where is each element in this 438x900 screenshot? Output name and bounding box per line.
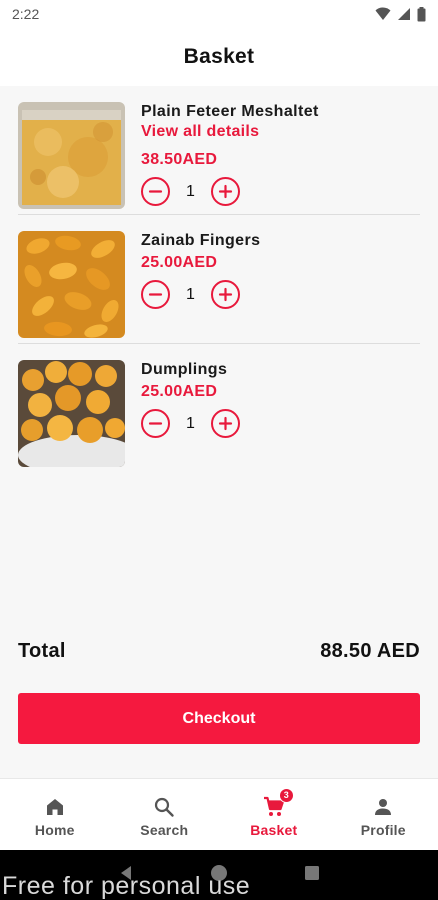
system-nav-bar: Free for personal use: [0, 850, 438, 900]
quantity-value: 1: [186, 182, 195, 200]
checkout-button[interactable]: Checkout: [18, 693, 420, 744]
item-price: 25.00AED: [141, 383, 218, 400]
total-value: 88.50 AED: [320, 640, 420, 662]
increase-quantity-button[interactable]: [211, 177, 240, 206]
item-name: Plain Feteer Meshaltet: [141, 103, 319, 120]
quantity-value: 1: [186, 285, 195, 303]
total-label: Total: [18, 640, 66, 662]
nav-label: Basket: [250, 821, 298, 838]
quantity-value: 1: [186, 414, 195, 432]
plus-icon: [218, 184, 233, 199]
item-price: 38.50AED: [141, 151, 218, 168]
nav-item-profile[interactable]: Profile: [329, 779, 438, 850]
status-time: 2:22: [12, 6, 40, 22]
item-info: Plain Feteer Meshaltet View all details …: [141, 102, 319, 206]
battery-icon: [417, 6, 426, 21]
signal-icon: [398, 8, 410, 20]
item-name: Dumplings: [141, 361, 228, 378]
cart-count-badge: 3: [278, 787, 294, 803]
page-title: Basket: [183, 45, 255, 68]
decrease-quantity-button[interactable]: [141, 409, 170, 438]
basket-item: Zainab Fingers 25.00AED 1: [18, 215, 420, 344]
nav-item-home[interactable]: Home: [0, 779, 110, 850]
basket-item: Dumplings 25.00AED 1: [18, 344, 420, 473]
increase-quantity-button[interactable]: [211, 280, 240, 309]
decrease-quantity-button[interactable]: [141, 177, 170, 206]
nav-item-basket[interactable]: 3 Basket: [219, 779, 329, 850]
feteer-photo: [18, 102, 125, 209]
dumplings-photo: [18, 360, 125, 467]
person-icon: [375, 798, 392, 815]
status-bar: 2:22: [0, 0, 438, 28]
quantity-stepper: 1: [141, 409, 240, 438]
minus-icon: [148, 293, 163, 296]
basket-list: Plain Feteer Meshaltet View all details …: [0, 86, 438, 473]
minus-icon: [148, 190, 163, 193]
basket-item: Plain Feteer Meshaltet View all details …: [18, 86, 420, 215]
watermark-text: Free for personal use: [2, 872, 251, 900]
quantity-stepper: 1: [141, 280, 260, 309]
bottom-nav: Home Search 3 Basket Profile: [0, 778, 438, 850]
plus-icon: [218, 416, 233, 431]
cart-icon-wrap: 3: [263, 787, 294, 818]
search-icon: [155, 797, 174, 817]
nav-label: Home: [34, 821, 75, 838]
decrease-quantity-button[interactable]: [141, 280, 170, 309]
item-info: Zainab Fingers 25.00AED 1: [141, 231, 260, 309]
app-header: Basket: [0, 28, 438, 86]
increase-quantity-button[interactable]: [211, 409, 240, 438]
nav-item-search[interactable]: Search: [110, 779, 220, 850]
item-info: Dumplings 25.00AED 1: [141, 360, 240, 438]
recents-icon[interactable]: [303, 864, 321, 882]
quantity-stepper: 1: [141, 177, 319, 206]
nav-label: Search: [140, 821, 189, 838]
view-details-link[interactable]: View all details: [141, 122, 319, 142]
plus-icon: [218, 287, 233, 302]
minus-icon: [148, 422, 163, 425]
total-row: Total 88.50 AED: [18, 640, 420, 663]
nav-label: Profile: [360, 821, 406, 838]
item-name: Zainab Fingers: [141, 232, 261, 249]
status-icons: [375, 6, 426, 22]
zainab-fingers-photo: [18, 231, 125, 338]
wifi-icon: [375, 7, 391, 20]
home-icon: [46, 798, 63, 815]
item-price: 25.00AED: [141, 254, 218, 271]
